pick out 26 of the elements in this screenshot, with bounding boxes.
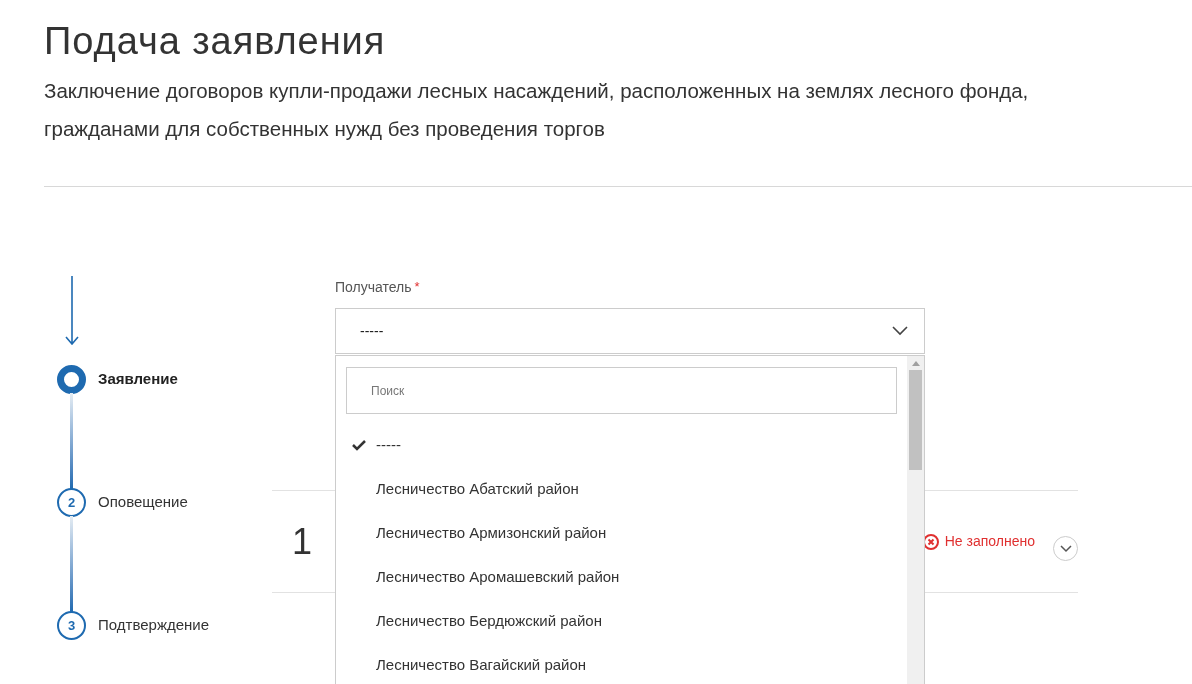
dropdown-option[interactable]: Лесничество Абатский район (336, 467, 907, 511)
step-number: 3 (57, 611, 86, 640)
required-mark: * (414, 278, 420, 296)
step-number: 2 (57, 488, 86, 517)
dropdown-option[interactable]: Лесничество Армизонский район (336, 511, 907, 555)
status-text: Не заполнено (944, 532, 1035, 551)
down-arrow-icon (65, 276, 79, 346)
chevron-down-icon (1059, 544, 1072, 553)
step-label: Заявление (98, 369, 178, 390)
step-label: Подтверждение (98, 615, 210, 636)
search-field[interactable]: Поиск (346, 367, 897, 414)
error-icon (922, 533, 939, 550)
dropdown-option[interactable]: Лесничество Вагайский район (336, 643, 907, 684)
scroll-up-icon[interactable] (911, 360, 920, 366)
dropdown-option[interactable]: Лесничество Аромашевский район (336, 555, 907, 599)
dropdown-option[interactable]: Лесничество Бердюжский район (336, 599, 907, 643)
scrollbar[interactable] (907, 356, 924, 684)
field-label: Получатель (335, 278, 412, 297)
step-label: Оповещение (98, 492, 188, 513)
section-number: 1 (292, 519, 313, 564)
dropdown-option[interactable]: ----- (336, 423, 907, 467)
recipient-select[interactable]: ----- (335, 308, 925, 354)
chevron-down-icon (892, 326, 908, 336)
page-subtitle: Заключение договоров купли-продажи лесных насаждений, расположенных на землях лесного фонда, гражданами для собственных нужд без проведения торгов (44, 78, 1030, 142)
page-title: Подача заявления (44, 19, 387, 64)
scrollbar-thumb[interactable] (909, 370, 922, 470)
